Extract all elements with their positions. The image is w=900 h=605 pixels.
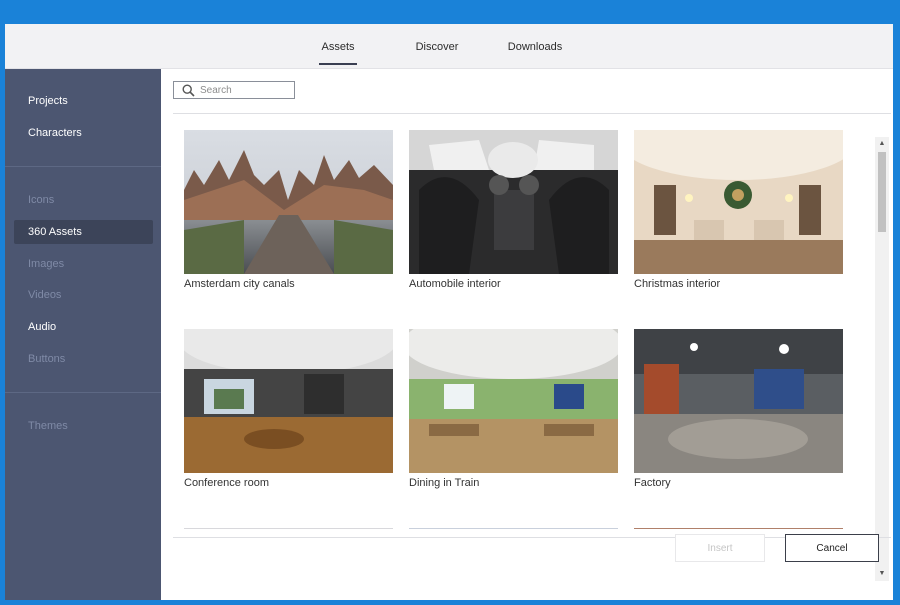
asset-card-dining-train[interactable]: Dining in Train bbox=[409, 329, 618, 489]
sidebar-item-themes: Themes bbox=[28, 420, 68, 432]
scrollbar[interactable]: ▲ ▼ bbox=[875, 137, 889, 581]
insert-button[interactable]: Insert bbox=[675, 534, 765, 562]
sidebar-item-icons: Icons bbox=[28, 194, 55, 206]
tab-assets[interactable]: Assets bbox=[319, 24, 357, 68]
asset-card-amsterdam[interactable]: Amsterdam city canals bbox=[184, 130, 393, 290]
asset-card-factory[interactable]: Factory bbox=[634, 329, 843, 489]
sidebar-divider bbox=[5, 166, 161, 167]
asset-card-conference-room[interactable]: Conference room bbox=[184, 329, 393, 489]
cancel-button[interactable]: Cancel bbox=[785, 534, 879, 562]
search-input[interactable] bbox=[200, 82, 290, 98]
asset-title: Christmas interior bbox=[634, 278, 721, 290]
scroll-thumb[interactable] bbox=[878, 152, 886, 232]
next-row-card-edge bbox=[184, 528, 393, 529]
sidebar-item-buttons: Buttons bbox=[28, 353, 66, 365]
asset-browser-dialog: Assets Discover Downloads Projects Chara… bbox=[5, 24, 893, 600]
tab-bar: Assets Discover Downloads bbox=[5, 24, 893, 69]
tab-discover[interactable]: Discover bbox=[412, 24, 462, 68]
asset-card-automobile[interactable]: Automobile interior bbox=[409, 130, 618, 290]
sidebar-item-images: Images bbox=[28, 258, 65, 270]
asset-title: Dining in Train bbox=[409, 477, 480, 489]
sidebar-item-characters[interactable]: Characters bbox=[14, 121, 153, 145]
asset-panel: Amsterdam city canals Automobile interio… bbox=[161, 69, 893, 600]
sidebar-item-audio[interactable]: Audio bbox=[14, 315, 153, 339]
scroll-up-icon[interactable]: ▲ bbox=[878, 140, 886, 148]
footer-divider bbox=[173, 537, 891, 538]
sidebar-divider bbox=[5, 392, 161, 393]
search-box[interactable] bbox=[173, 81, 295, 99]
search-icon bbox=[182, 84, 195, 97]
asset-thumbnail bbox=[634, 329, 843, 473]
asset-thumbnail bbox=[184, 329, 393, 473]
asset-thumbnail bbox=[409, 130, 618, 274]
asset-thumbnail bbox=[409, 329, 618, 473]
next-row-card-edge bbox=[634, 528, 843, 529]
asset-thumbnail bbox=[184, 130, 393, 274]
sidebar-item-projects[interactable]: Projects bbox=[14, 89, 153, 113]
sidebar-item-videos: Videos bbox=[28, 289, 62, 301]
tab-downloads[interactable]: Downloads bbox=[505, 24, 565, 68]
asset-thumbnail bbox=[634, 130, 843, 274]
scroll-down-icon[interactable]: ▼ bbox=[878, 570, 886, 578]
asset-title: Amsterdam city canals bbox=[184, 278, 295, 290]
toolbar-divider bbox=[173, 113, 891, 114]
asset-title: Automobile interior bbox=[409, 278, 501, 290]
sidebar: Projects Characters Icons 360 Assets Ima… bbox=[5, 69, 161, 600]
asset-title: Factory bbox=[634, 477, 671, 489]
asset-card-christmas[interactable]: Christmas interior bbox=[634, 130, 843, 290]
sidebar-item-360-assets[interactable]: 360 Assets bbox=[14, 220, 153, 244]
asset-title: Conference room bbox=[184, 477, 269, 489]
next-row-card-edge bbox=[409, 528, 618, 529]
